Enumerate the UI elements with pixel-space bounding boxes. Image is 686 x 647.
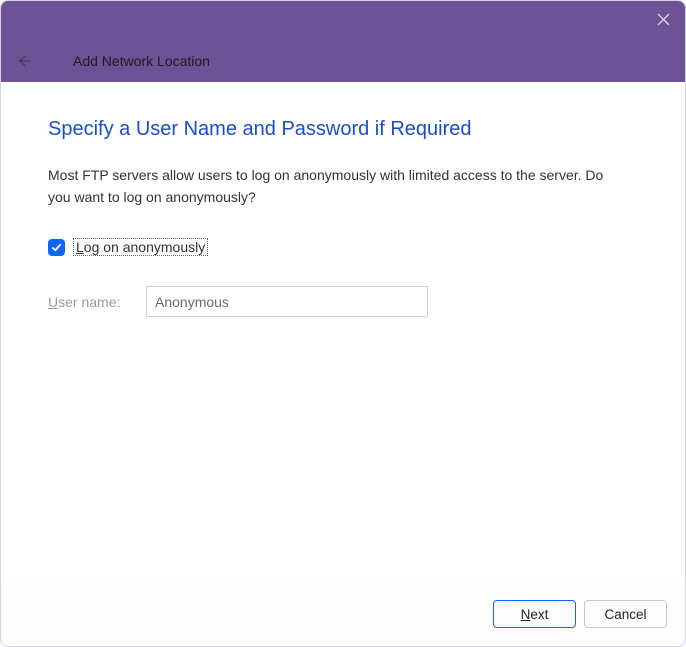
- close-button[interactable]: [641, 4, 685, 34]
- wizard-title: Add Network Location: [73, 53, 210, 69]
- back-arrow-icon: [15, 52, 33, 70]
- page-heading: Specify a User Name and Password if Requ…: [48, 118, 638, 141]
- username-input[interactable]: [146, 286, 428, 317]
- checkmark-icon: [51, 242, 62, 253]
- anonymous-checkbox[interactable]: [48, 239, 65, 256]
- page-description: Most FTP servers allow users to log on a…: [48, 165, 628, 208]
- username-label: User name:: [48, 294, 128, 310]
- next-button[interactable]: Next: [493, 600, 576, 628]
- cancel-button[interactable]: Cancel: [584, 600, 667, 628]
- close-icon: [657, 13, 670, 26]
- anonymous-checkbox-label[interactable]: Log on anonymously: [73, 238, 208, 256]
- back-button[interactable]: [15, 52, 35, 70]
